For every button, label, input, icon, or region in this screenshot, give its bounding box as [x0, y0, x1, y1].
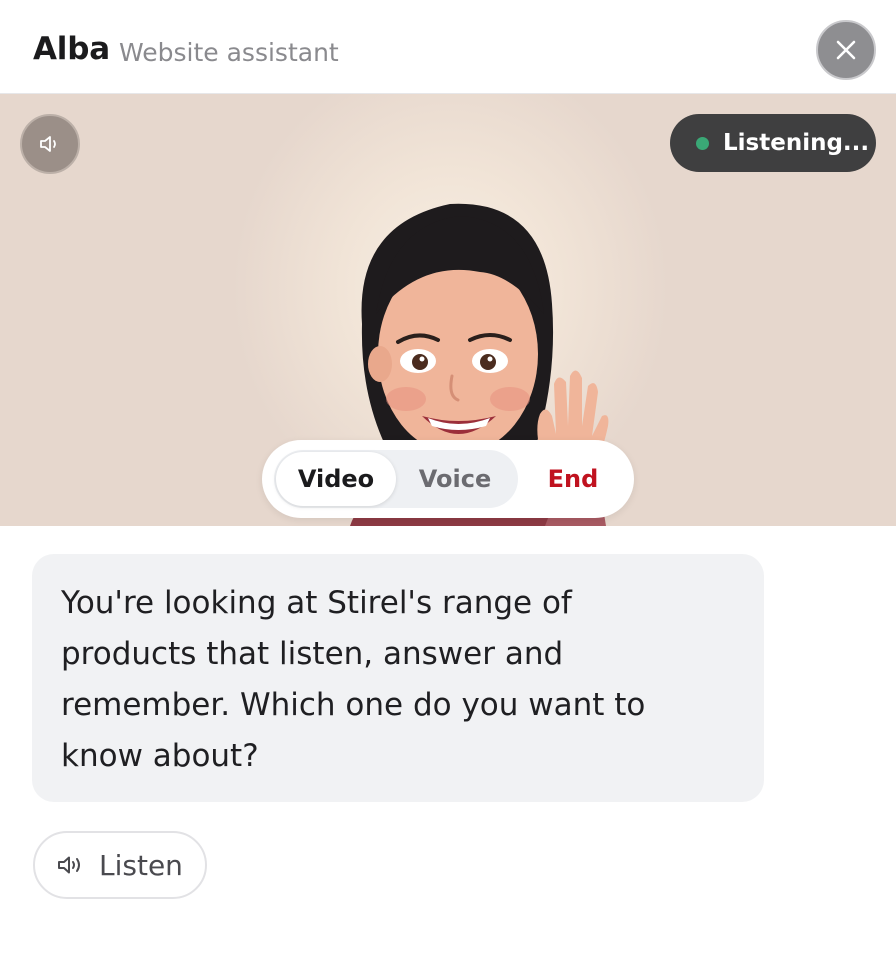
- close-button[interactable]: [816, 20, 876, 80]
- assistant-role: Website assistant: [119, 38, 339, 67]
- listen-label: Listen: [99, 848, 183, 882]
- speaker-icon: [40, 136, 56, 152]
- speaker-icon: [58, 856, 80, 874]
- message-text: You're looking at Stirel's range of prod…: [61, 585, 646, 774]
- close-icon: [836, 40, 856, 60]
- video-mode-button[interactable]: Video: [276, 452, 396, 506]
- audio-toggle-button[interactable]: [20, 114, 80, 174]
- mode-switch: Video Voice End: [262, 440, 634, 518]
- assistant-name: Alba: [33, 31, 110, 67]
- video-stage: Listening... Video Voice End: [0, 94, 896, 526]
- status-text: Listening...: [723, 130, 870, 156]
- end-call-button[interactable]: End: [524, 452, 622, 506]
- listen-button[interactable]: Listen: [33, 831, 207, 899]
- header: Alba Website assistant: [0, 0, 896, 94]
- voice-mode-button[interactable]: Voice: [396, 452, 514, 506]
- assistant-panel: Alba Website assistant Listening... Vide…: [0, 0, 896, 960]
- status-badge: Listening...: [670, 114, 876, 172]
- status-dot-icon: [696, 136, 709, 150]
- assistant-message: You're looking at Stirel's range of prod…: [32, 554, 764, 802]
